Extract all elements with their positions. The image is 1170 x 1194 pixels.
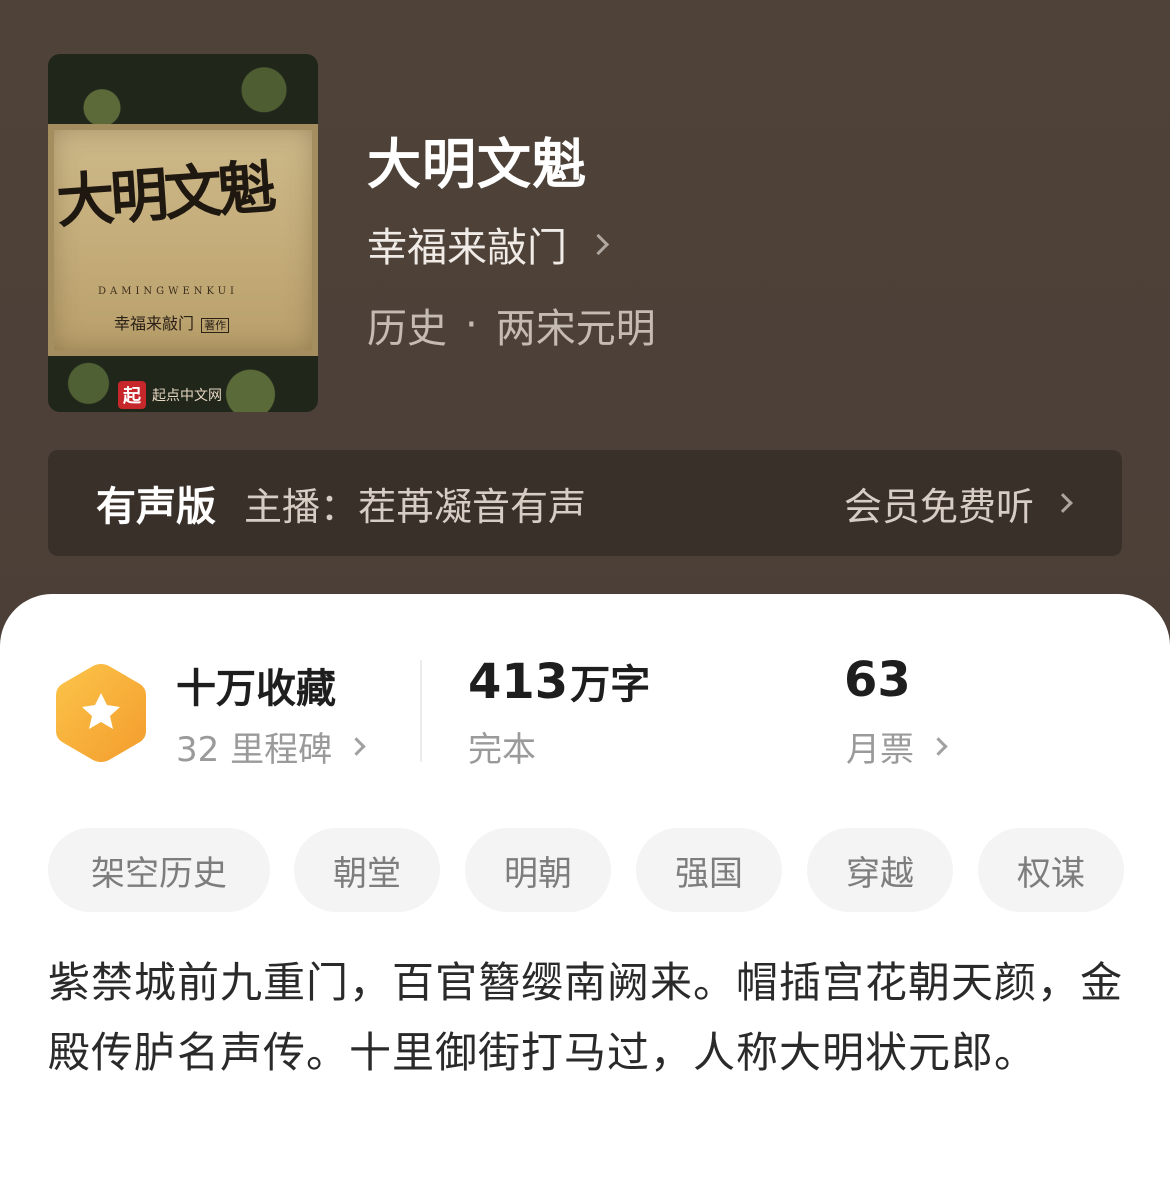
milestone-label: 32 里程碑 bbox=[176, 730, 333, 770]
book-title: 大明文魁 bbox=[367, 133, 587, 196]
genre-category[interactable]: 历史 bbox=[367, 296, 447, 354]
member-free-listen-label: 会员免费听 bbox=[843, 484, 1034, 529]
member-free-listen-button[interactable]: 会员免费听 bbox=[843, 450, 1073, 556]
book-header: 大明文魁 DAMINGWENKUI 幸福来敲门 著作 起 起点中文网 大明文魁 … bbox=[0, 0, 1170, 640]
tag-chip[interactable]: 明朝 bbox=[465, 828, 611, 912]
tag-chip[interactable]: 权谋 bbox=[978, 828, 1124, 912]
publisher-name: 起点中文网 bbox=[152, 388, 222, 404]
completion-status: 完本 bbox=[468, 730, 536, 770]
stats-divider bbox=[420, 660, 422, 762]
tag-chip[interactable]: 穿越 bbox=[807, 828, 953, 912]
word-count-value: 413 bbox=[468, 654, 569, 710]
star-badge-icon bbox=[56, 664, 146, 762]
cover-author: 幸福来敲门 著作 bbox=[114, 310, 314, 334]
audiobook-host: 主播：茬苒凝音有声 bbox=[244, 484, 587, 529]
genre-separator: · bbox=[465, 302, 478, 348]
milestone-link[interactable]: 32 里程碑 bbox=[176, 722, 366, 771]
chevron-right-icon bbox=[929, 737, 948, 756]
tag-chip[interactable]: 架空历史 bbox=[48, 828, 270, 912]
chevron-right-icon bbox=[1053, 493, 1073, 513]
cover-pinyin: DAMINGWENKUI bbox=[98, 286, 238, 297]
tag-list: 架空历史 朝堂 明朝 强国 穿越 权谋 bbox=[48, 828, 1128, 912]
chevron-right-icon bbox=[587, 233, 610, 255]
monthly-ticket-label: 月票 bbox=[846, 730, 914, 770]
tag-chip[interactable]: 朝堂 bbox=[294, 828, 440, 912]
author-name: 幸福来敲门 bbox=[367, 225, 567, 271]
book-cover[interactable]: 大明文魁 DAMINGWENKUI 幸福来敲门 著作 起 起点中文网 bbox=[48, 54, 318, 412]
monthly-ticket-link[interactable]: 月票 bbox=[846, 722, 948, 771]
cover-author-tag: 著作 bbox=[201, 318, 230, 333]
book-description[interactable]: 紫禁城前九重门，百官簪缨南阙来。帽插宫花朝天颜，金殿传胪名声传。十里御街打马过，… bbox=[48, 948, 1128, 1088]
audiobook-bar[interactable]: 有声版 主播：茬苒凝音有声 会员免费听 bbox=[48, 450, 1122, 556]
word-count: 413 万字 bbox=[468, 652, 650, 710]
tag-chip[interactable]: 强国 bbox=[636, 828, 782, 912]
audiobook-label: 有声版 bbox=[96, 484, 216, 530]
publisher-logo: 起 起点中文网 bbox=[118, 380, 222, 410]
genre-row: 历史 · 两宋元明 bbox=[367, 296, 656, 354]
collection-title: 十万收藏 bbox=[176, 666, 336, 712]
author-link[interactable]: 幸福来敲门 bbox=[367, 215, 610, 273]
genre-subcategory[interactable]: 两宋元明 bbox=[496, 296, 656, 354]
publisher-logo-icon: 起 bbox=[118, 381, 146, 409]
word-count-unit: 万字 bbox=[570, 662, 651, 708]
monthly-ticket-count: 63 bbox=[844, 652, 911, 708]
cover-author-name: 幸福来敲门 bbox=[114, 314, 195, 333]
chevron-right-icon bbox=[347, 737, 366, 756]
